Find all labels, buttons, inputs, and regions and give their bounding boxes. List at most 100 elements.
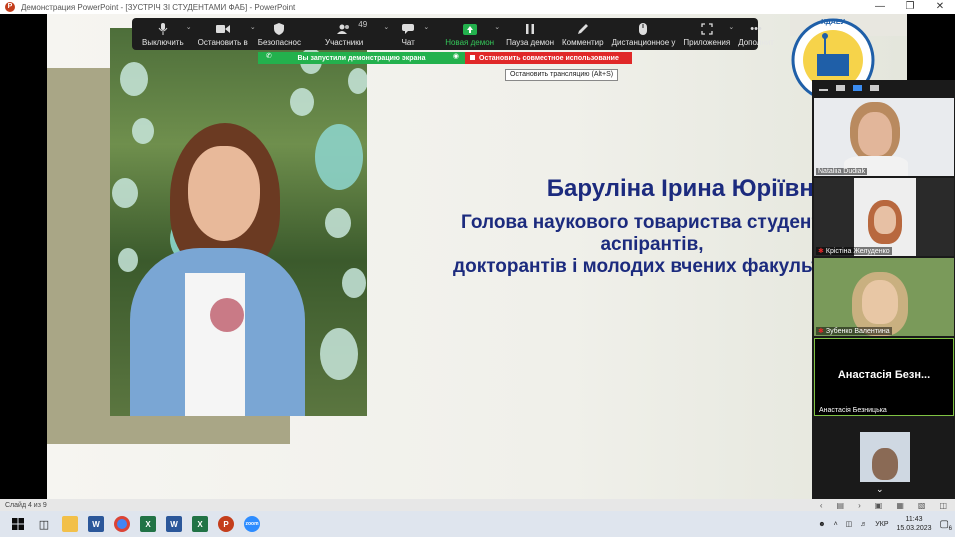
scroll-down-icon[interactable]: ⌄ [876, 484, 884, 495]
powerpoint-icon: P [5, 2, 15, 12]
task-view-icon[interactable]: ◫ [36, 516, 52, 532]
remote-control-button[interactable]: Дистанционное у [612, 18, 675, 50]
video-panel-toolbar [812, 80, 955, 96]
excel-icon[interactable]: X [192, 516, 208, 532]
mute-button[interactable]: Выключить ⌄ [142, 18, 192, 50]
chevron-down-icon[interactable]: ⌄ [250, 23, 256, 31]
show-hidden-icons-icon[interactable]: ˄ [834, 521, 838, 528]
participants-button[interactable]: Участники 49 ⌄ [325, 18, 389, 50]
participants-icon [337, 23, 351, 35]
stop-video-button[interactable]: Остановить в ⌄ [198, 18, 256, 50]
file-explorer-icon[interactable] [62, 516, 78, 532]
screen: P Демонстрация PowerPoint - [ЗУСТРІЧ ЗІ … [0, 0, 955, 537]
stop-share-tooltip: Остановить трансляцию (Alt+S) [505, 69, 619, 81]
notification-count: 6 [948, 525, 952, 532]
system-tray: ☻ ˄ ◫ ♬ УКР 11:43 15.03.2023 ▢ 6 [818, 511, 952, 537]
windows-taskbar: ◫ W X W X P zoom ☻ ˄ ◫ ♬ УКР 11:43 15.03… [0, 511, 955, 537]
window-title: Демонстрация PowerPoint - [ЗУСТРІЧ ЗІ СТ… [21, 2, 296, 12]
reading-view-icon[interactable]: ▧ [918, 501, 926, 510]
video-tile-zubenko-valentyna[interactable]: ✱ Зубенко Валентина [814, 258, 954, 336]
chevron-down-icon[interactable]: ⌄ [383, 23, 389, 31]
new-share-button[interactable]: Новая демон ⌄ [445, 18, 500, 50]
participant-display-name: Анастасія Безн... [837, 369, 931, 381]
status-bar-controls: ‹ ▤ › ▣ ▦ ▧ ◫ [820, 499, 947, 511]
participant-name: Nataliia Dudiak [816, 168, 868, 175]
normal-view-icon[interactable]: ▣ [875, 501, 883, 510]
slide-sorter-icon[interactable]: ▦ [896, 501, 904, 510]
pause-share-button[interactable]: Пауза демон [506, 18, 554, 50]
chevron-down-icon[interactable]: ⌄ [728, 23, 734, 31]
previous-slide-icon[interactable]: ‹ [820, 501, 823, 510]
notes-icon[interactable]: ▤ [837, 501, 845, 510]
language-indicator[interactable]: УКР [875, 521, 888, 528]
slide-counter: Слайд 4 из 9 [5, 501, 47, 509]
stop-icon [470, 55, 475, 60]
pause-icon [523, 23, 537, 35]
pen-icon [576, 23, 590, 35]
share-status-banner: ✆ Вы запустили демонстрацию экрана ◉ [258, 52, 465, 64]
more-button[interactable]: ••• Дополнит [738, 18, 774, 50]
clock[interactable]: 11:43 15.03.2023 [897, 515, 932, 533]
person-face [188, 146, 260, 241]
zoom-icon[interactable]: zoom [244, 516, 260, 532]
shield-icon: ◉ [452, 53, 459, 60]
slide: Баруліна Ірина Юріївна – Голова науковог… [47, 14, 907, 499]
chevron-down-icon[interactable]: ⌄ [494, 23, 500, 31]
shirt-embroidery [210, 298, 244, 332]
clock-time: 11:43 [905, 516, 923, 523]
participants-count: 49 [358, 20, 368, 29]
participant-name: ✱ Зубенко Валентина [816, 327, 892, 335]
stop-share-button[interactable]: Остановить совместное использование [465, 52, 632, 64]
strip-view-icon[interactable] [853, 85, 862, 91]
chrome-icon[interactable] [114, 516, 130, 532]
word-icon[interactable]: W [88, 516, 104, 532]
more-icon: ••• [750, 23, 762, 35]
mouse-icon [636, 23, 650, 35]
speaker-photo [110, 28, 367, 416]
share-screen-icon [462, 23, 477, 35]
minimize-view-icon[interactable] [819, 89, 828, 91]
video-camera-icon [215, 23, 230, 35]
close-icon[interactable]: ✕ [925, 0, 955, 14]
annotate-button[interactable]: Комментир [562, 18, 604, 50]
shield-icon [272, 23, 286, 35]
screen-share-bar: ✆ Вы запустили демонстрацию экрана ◉ Ост… [258, 52, 632, 64]
zoom-meeting-toolbar: Выключить ⌄ Остановить в ⌄ Безопаснос Уч… [132, 18, 774, 50]
participant-name: ✱ Крістіна Желуденко [816, 247, 892, 255]
people-icon[interactable]: ☻ [818, 521, 825, 528]
muted-microphone-icon: ✱ [818, 328, 824, 335]
video-tile-kristina-zheludenko[interactable]: ✱ Крістіна Желуденко [814, 178, 954, 256]
chat-button[interactable]: Чат ⌄ [401, 18, 429, 50]
chevron-down-icon[interactable]: ⌄ [186, 23, 192, 31]
clock-date: 15.03.2023 [896, 525, 932, 532]
logo-text: ХДАЕУ [821, 19, 845, 26]
microphone-icon [156, 23, 170, 35]
grid-view-icon[interactable] [870, 85, 879, 91]
restore-icon[interactable]: ❐ [895, 0, 925, 14]
phone-icon: ✆ [266, 53, 272, 60]
minimize-icon[interactable]: — [865, 0, 895, 14]
next-slide-icon[interactable]: › [858, 501, 861, 510]
windows-start-icon[interactable] [10, 516, 26, 532]
single-view-icon[interactable] [836, 85, 845, 91]
word-icon[interactable]: W [166, 516, 182, 532]
person-shirt [185, 273, 245, 416]
muted-microphone-icon: ✱ [818, 248, 824, 255]
powerpoint-status-bar: Слайд 4 из 9 ‹ ▤ › ▣ ▦ ▧ ◫ [0, 499, 955, 511]
notification-icon[interactable]: ▢ 6 [940, 519, 952, 532]
chat-icon [401, 23, 415, 35]
powerpoint-icon[interactable]: P [218, 516, 234, 532]
slideshow-icon[interactable]: ◫ [939, 501, 947, 510]
apps-button[interactable]: Приложения ⌄ [683, 18, 734, 50]
video-tile-anastasiia-beznytska[interactable]: Анастасія Безн... Анастасія Безницька [814, 338, 954, 416]
volume-icon[interactable]: ♬ [860, 521, 867, 528]
chevron-down-icon[interactable]: ⌄ [423, 23, 429, 31]
excel-icon[interactable]: X [140, 516, 156, 532]
video-tile-participant-5[interactable] [814, 418, 954, 496]
network-icon[interactable]: ◫ [846, 520, 853, 528]
security-button[interactable]: Безопаснос [258, 18, 301, 50]
participant-name: Анастасія Безницька [817, 407, 889, 414]
video-tile-nataliia-dudiak[interactable]: Nataliia Dudiak [814, 98, 954, 176]
video-panel: Nataliia Dudiak ✱ Крістіна Желуденко ✱ Зуб… [812, 80, 955, 499]
apps-icon [700, 23, 714, 35]
